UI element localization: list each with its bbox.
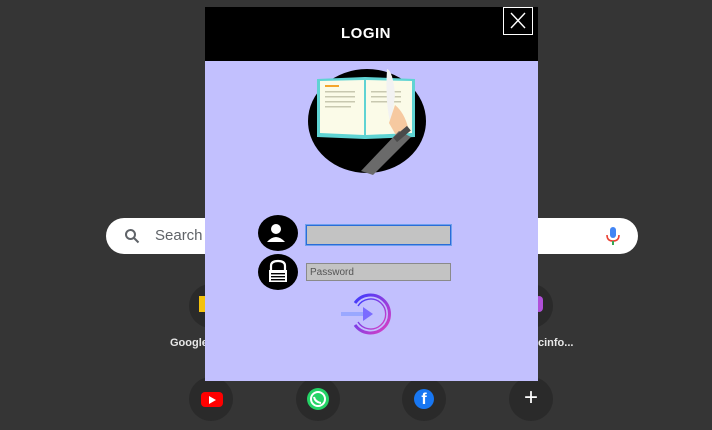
microphone-icon[interactable] [606, 227, 620, 245]
lock-icon [269, 259, 298, 282]
youtube-icon [201, 392, 223, 407]
user-field-icon [258, 215, 298, 251]
login-modal: LOGIN [205, 7, 538, 381]
close-icon [510, 12, 526, 29]
shortcut-facebook[interactable]: f [402, 377, 446, 421]
add-icon: + [523, 384, 538, 411]
facebook-icon: f [414, 389, 434, 409]
shortcut-whatsapp[interactable] [296, 377, 340, 421]
modal-header: LOGIN [205, 7, 538, 61]
shortcut-label-cinfo: cinfo... [538, 337, 574, 349]
shortcut-add[interactable]: + [509, 377, 553, 421]
whatsapp-icon [307, 388, 329, 410]
user-icon [267, 224, 298, 242]
modal-title: LOGIN [341, 25, 391, 42]
lock-field-icon [258, 254, 298, 290]
close-button[interactable] [503, 7, 533, 35]
shortcut-label-google: Google [170, 337, 208, 349]
login-submit-button[interactable] [341, 293, 393, 335]
login-arrow-icon [341, 293, 391, 335]
username-input[interactable] [306, 225, 451, 245]
shortcut-youtube[interactable] [189, 377, 233, 421]
search-icon [125, 229, 140, 244]
book-illustration [308, 69, 426, 175]
search-placeholder: Search [155, 227, 203, 244]
password-input[interactable] [306, 263, 451, 281]
